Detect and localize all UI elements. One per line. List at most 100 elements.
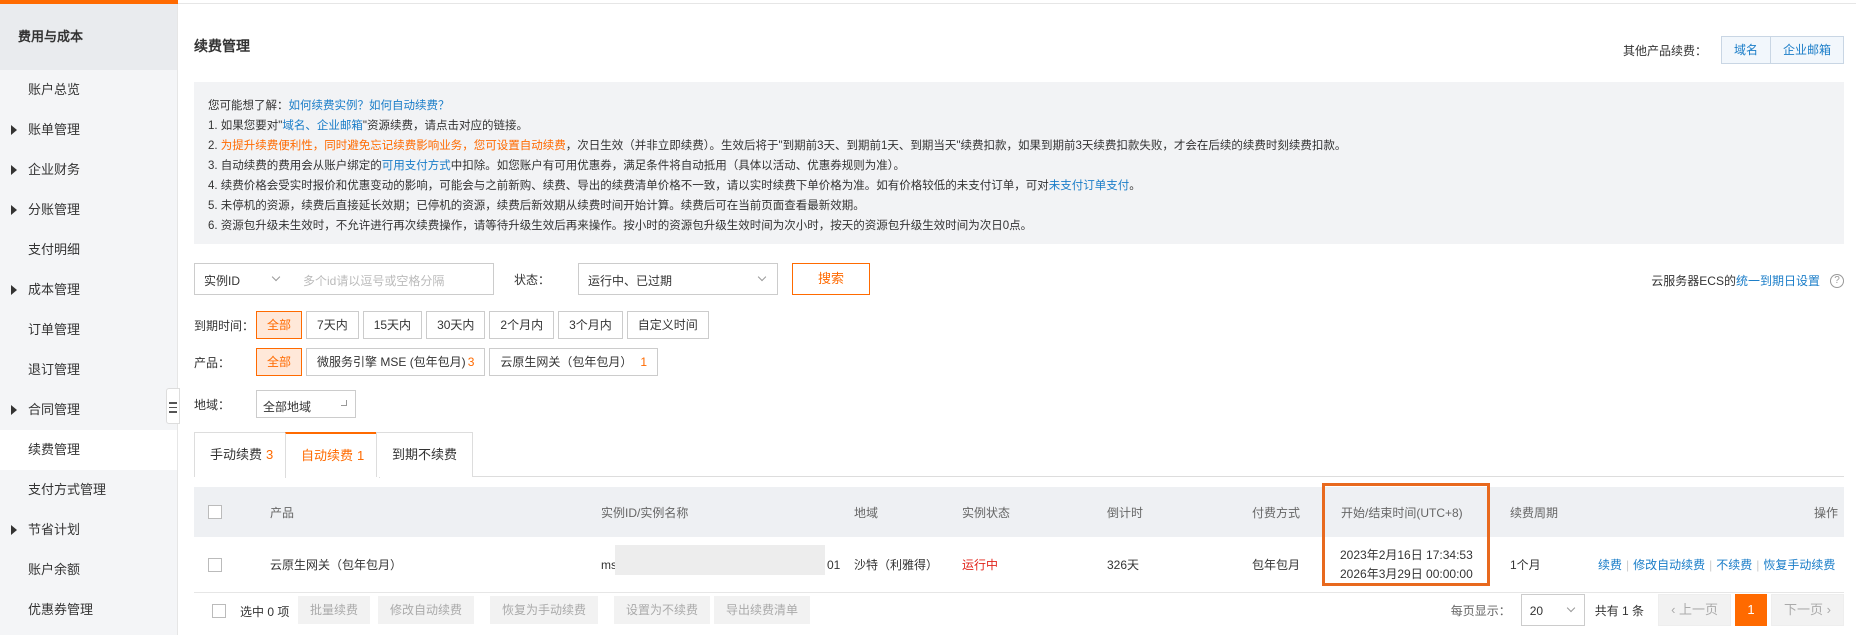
expire-option-chip[interactable]: 15天内	[362, 311, 423, 339]
other-products-label: 其他产品续费：	[1622, 43, 1707, 58]
page-title: 续费管理	[194, 38, 250, 54]
tab-auto-renew[interactable]: 自动续费 1	[285, 432, 381, 478]
status-label: 状态：	[514, 273, 551, 287]
expire-option-chip[interactable]: 3个月内	[558, 311, 623, 339]
table-header: 产品 实例ID/实例名称 地域 实例状态 倒计时 付费方式 开始/结束时间(UT…	[194, 487, 1844, 537]
sidebar-item[interactable]: 支付方式管理	[0, 470, 177, 510]
domain-mail-link[interactable]: 域名、企业邮箱	[282, 120, 363, 132]
renew-tabs: 手动续费 3 自动续费 1 到期不续费	[194, 432, 1844, 478]
no-renew-link[interactable]: 不续费	[1716, 556, 1752, 573]
sidebar-item[interactable]: 订单管理	[0, 310, 177, 350]
expire-filter: 到期时间： 全部 7天内 15天内 30天内 2个月内 3个月内 自定义时间	[194, 311, 713, 339]
expire-option-chip[interactable]: 2个月内	[489, 311, 555, 339]
select-all-checkbox[interactable]	[208, 505, 222, 519]
cell-status: 运行中	[962, 558, 999, 572]
prev-page-button[interactable]: ‹ 上一页	[1658, 594, 1732, 626]
chevron-down-icon	[1566, 603, 1575, 613]
caret-right-icon	[11, 525, 17, 535]
status-select[interactable]: 运行中、已过期	[578, 263, 778, 295]
expire-option-chip[interactable]: 7天内	[306, 311, 359, 339]
cell-region: 沙特（利雅得）	[854, 558, 939, 572]
product-mse-chip[interactable]: 微服务引擎 MSE (包年包月) 3	[306, 348, 486, 376]
col-period: 续费周期	[1510, 505, 1559, 520]
sidebar-item-label: 订单管理	[28, 322, 81, 337]
notice-line-5: 5. 未停机的资源，续费后直接延长效期；已停机的资源，续费后新效期从续费时间开始…	[208, 200, 865, 212]
search-type-select[interactable]: 实例ID	[204, 272, 240, 289]
cell-time: 2023年2月16日 17:34:53 2026年3月29日 00:00:00	[1340, 537, 1473, 592]
tab-manual-renew[interactable]: 手动续费 3	[194, 432, 290, 477]
caret-right-icon	[11, 285, 17, 295]
next-page-button[interactable]: 下一页 ›	[1771, 594, 1844, 626]
chevron-right-icon: ›	[1823, 602, 1831, 617]
unpaid-order-link[interactable]: 未支付订单支付	[1049, 180, 1130, 192]
notice-panel: 您可能想了解：如何续费实例？如何自动续费？ 1. 如果您要对"域名、企业邮箱"资…	[194, 82, 1844, 244]
col-ops: 操作	[1814, 505, 1839, 520]
collapse-sidebar-handle-icon[interactable]	[166, 388, 180, 424]
sidebar-item[interactable]: 账单管理	[0, 110, 177, 150]
payment-method-link[interactable]: 可用支付方式	[382, 160, 451, 172]
page-size-select[interactable]: 20	[1520, 594, 1585, 626]
table-row: 云原生网关（包年包月） ms 01 沙特（利雅得） 运行中 326天 包年包月 …	[194, 537, 1844, 593]
restore-manual-link[interactable]: 恢复手动续费	[1763, 556, 1835, 573]
sidebar-item-label: 优惠券管理	[28, 602, 94, 617]
renew-link[interactable]: 续费	[1598, 556, 1622, 573]
expire-option-chip[interactable]: 30天内	[426, 311, 486, 339]
expire-option-chip[interactable]: 全部	[256, 311, 303, 339]
sidebar-item[interactable]: 续费管理	[0, 430, 177, 470]
sidebar-item[interactable]: 退订管理	[0, 350, 177, 390]
cell-ops: 续费 | 修改自动续费 | 不续费 | 恢复手动续费	[1598, 556, 1836, 573]
domain-button[interactable]: 域名	[1720, 36, 1771, 64]
help-icon[interactable]: ?	[1830, 273, 1844, 288]
search-input[interactable]: 多个id请以逗号或空格分隔	[303, 272, 444, 289]
col-region: 地域	[854, 505, 879, 520]
table-footer: 选中 0 项 批量续费 修改自动续费 恢复为手动续费 设置为不续费 导出续费清单…	[194, 594, 1844, 628]
footer-select-all-checkbox[interactable]	[212, 604, 226, 618]
region-select[interactable]: 全部地域	[256, 390, 356, 418]
caret-right-icon	[11, 125, 17, 135]
row-checkbox[interactable]	[208, 557, 222, 572]
modify-auto-renew-link[interactable]: 修改自动续费	[1633, 556, 1705, 573]
sidebar-item[interactable]: 合同管理	[0, 390, 177, 430]
cell-pay-type: 包年包月	[1252, 558, 1301, 572]
chevron-down-icon	[341, 400, 347, 406]
product-gateway-chip[interactable]: 云原生网关（包年包月） 1	[489, 348, 659, 376]
sidebar-item[interactable]: 节省计划	[0, 510, 177, 550]
cell-instance[interactable]: ms 01	[601, 537, 840, 592]
batch-restore-manual-button[interactable]: 恢复为手动续费	[490, 596, 599, 624]
sidebar-item[interactable]: 分账管理	[0, 190, 177, 230]
top-bar	[0, 0, 1856, 4]
notice-intro-link[interactable]: 如何续费实例？如何自动续费？	[289, 100, 450, 112]
search-button[interactable]: 搜索	[792, 263, 870, 295]
sidebar-item-label: 合同管理	[28, 402, 81, 417]
page-number[interactable]: 1	[1735, 594, 1768, 626]
ecs-unify-expire-link[interactable]: 统一到期日设置	[1736, 272, 1820, 289]
sidebar-item-label: 分账管理	[28, 202, 81, 217]
sidebar-item-label: 支付明细	[28, 242, 81, 257]
selected-count: 选中 0 项	[240, 605, 290, 619]
pagination: 每页显示： 20 共有 1 条 ‹ 上一页 1 下一页 ›	[1451, 594, 1844, 626]
enterprise-mail-button[interactable]: 企业邮箱	[1770, 36, 1844, 64]
sidebar-item[interactable]: 账户总览	[0, 70, 177, 110]
col-instance: 实例ID/实例名称	[601, 505, 689, 520]
product-all-chip[interactable]: 全部	[256, 348, 303, 376]
sidebar-item[interactable]: 成本管理	[0, 270, 177, 310]
sidebar-item[interactable]: 企业财务	[0, 150, 177, 190]
batch-renew-button[interactable]: 批量续费	[298, 596, 371, 624]
redacted-mask	[615, 545, 825, 575]
search-filter-row: 实例ID 多个id请以逗号或空格分隔 状态： 运行中、已过期 搜索 云服务器EC…	[194, 263, 1844, 295]
batch-no-renew-button[interactable]: 设置为不续费	[614, 596, 711, 624]
tab-no-renew[interactable]: 到期不续费	[376, 432, 474, 477]
sidebar-item-label: 退订管理	[28, 362, 81, 377]
caret-right-icon	[11, 165, 17, 175]
expire-option-chip[interactable]: 自定义时间	[626, 311, 709, 339]
notice-line-4: 4. 续费价格会受实时报价和优惠变动的影响，可能会与之前新购、续费、导出的续费清…	[208, 180, 1141, 192]
export-list-button[interactable]: 导出续费清单	[714, 596, 811, 624]
sidebar-item[interactable]: 优惠券管理	[0, 590, 177, 630]
batch-modify-auto-button[interactable]: 修改自动续费	[378, 596, 475, 624]
sidebar-item-label: 账户总览	[28, 82, 81, 97]
notice-intro: 您可能想了解：如何续费实例？如何自动续费？	[208, 100, 450, 112]
caret-right-icon	[11, 405, 17, 415]
col-pay-type: 付费方式	[1252, 505, 1301, 520]
sidebar-item[interactable]: 支付明细	[0, 230, 177, 270]
sidebar-item[interactable]: 账户余额	[0, 550, 177, 590]
